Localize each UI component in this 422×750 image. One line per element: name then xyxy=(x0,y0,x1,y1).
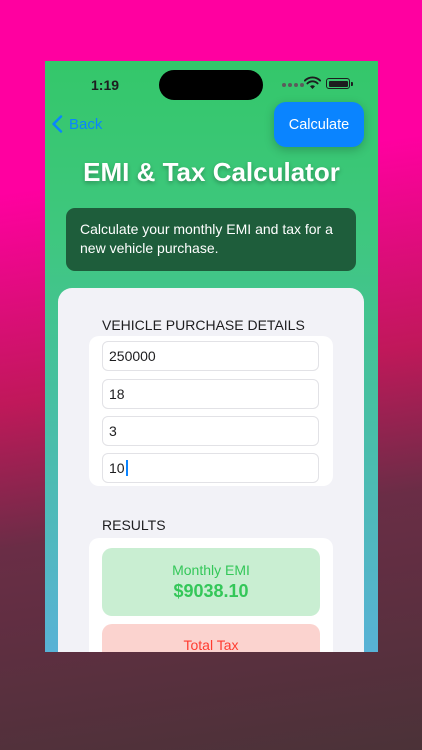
vehicle-details-group: 250000 18 3 10 xyxy=(89,336,333,486)
interest-rate-field[interactable]: 18 xyxy=(102,379,319,409)
vehicle-details-header: VEHICLE PURCHASE DETAILS xyxy=(102,317,305,333)
wifi-icon xyxy=(304,76,321,89)
back-button[interactable]: Back xyxy=(51,115,102,133)
results-group: Monthly EMI $9038.10 Total Tax xyxy=(89,538,333,652)
page-title: EMI & Tax Calculator xyxy=(83,157,340,187)
calculate-button[interactable]: Calculate xyxy=(274,102,364,147)
dynamic-island xyxy=(159,70,263,100)
tax-rate-value: 10 xyxy=(109,460,125,476)
total-tax-card: Total Tax xyxy=(102,624,320,652)
description-card: Calculate your monthly EMI and tax for a… xyxy=(66,208,356,271)
back-label: Back xyxy=(69,115,103,133)
battery-icon xyxy=(326,78,353,89)
results-header: RESULTS xyxy=(102,517,166,533)
monthly-emi-label: Monthly EMI xyxy=(172,562,250,578)
monthly-emi-card: Monthly EMI $9038.10 xyxy=(102,548,320,616)
status-time: 1:19 xyxy=(91,77,120,93)
chevron-left-icon xyxy=(52,115,63,133)
tax-rate-field[interactable]: 10 xyxy=(102,453,319,483)
total-tax-label: Total Tax xyxy=(183,637,239,652)
text-cursor xyxy=(125,460,128,476)
app-screen: 1:19 Back Calculate EMI & Tax Calculator… xyxy=(45,61,378,652)
vehicle-price-field[interactable]: 250000 xyxy=(102,341,319,371)
cellular-signal-icon xyxy=(282,83,304,87)
monthly-emi-value: $9038.10 xyxy=(173,581,249,601)
form-card: VEHICLE PURCHASE DETAILS 250000 18 3 10 … xyxy=(58,288,364,652)
loan-term-field[interactable]: 3 xyxy=(102,416,319,446)
description-text: Calculate your monthly EMI and tax for a… xyxy=(80,221,333,256)
